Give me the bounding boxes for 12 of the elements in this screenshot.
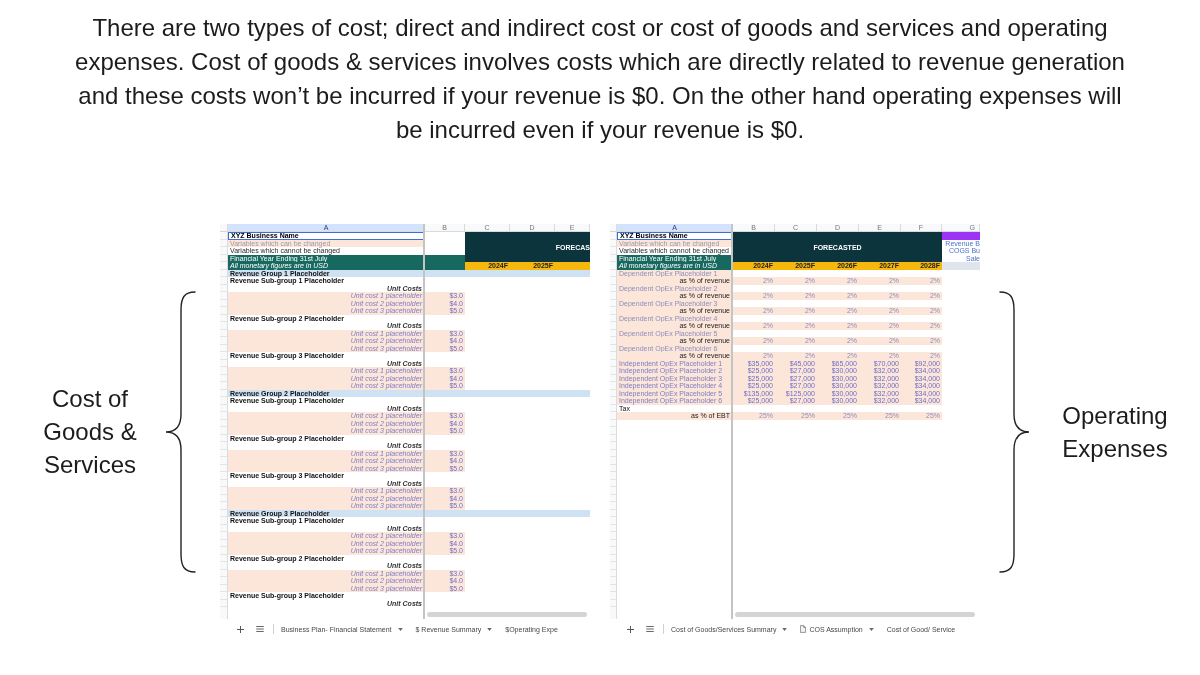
category-label: Operating Expenses [1061, 400, 1169, 464]
accent-bar [942, 232, 980, 240]
plus-icon[interactable] [237, 625, 244, 633]
header-cell [942, 262, 980, 270]
scrollbar-thumb[interactable] [427, 612, 587, 617]
category-label: Cost of Goods & Services [42, 384, 138, 480]
menu-icon[interactable] [646, 626, 654, 632]
menu-icon[interactable] [256, 626, 264, 632]
plus-icon[interactable] [627, 625, 634, 633]
scrollbar-thumb[interactable] [735, 612, 975, 617]
document-icon [800, 625, 807, 633]
intro-paragraph: There are two types of cost; direct and indirect cost or cost of goods and services and operating expenses. Cost of goods & services involves costs which are directly related to revenue generation and these costs won’t be incurred if your revenue is $0. On the other hand operating expenses will be incurred even if your revenue is $0. [74, 13, 1126, 145]
